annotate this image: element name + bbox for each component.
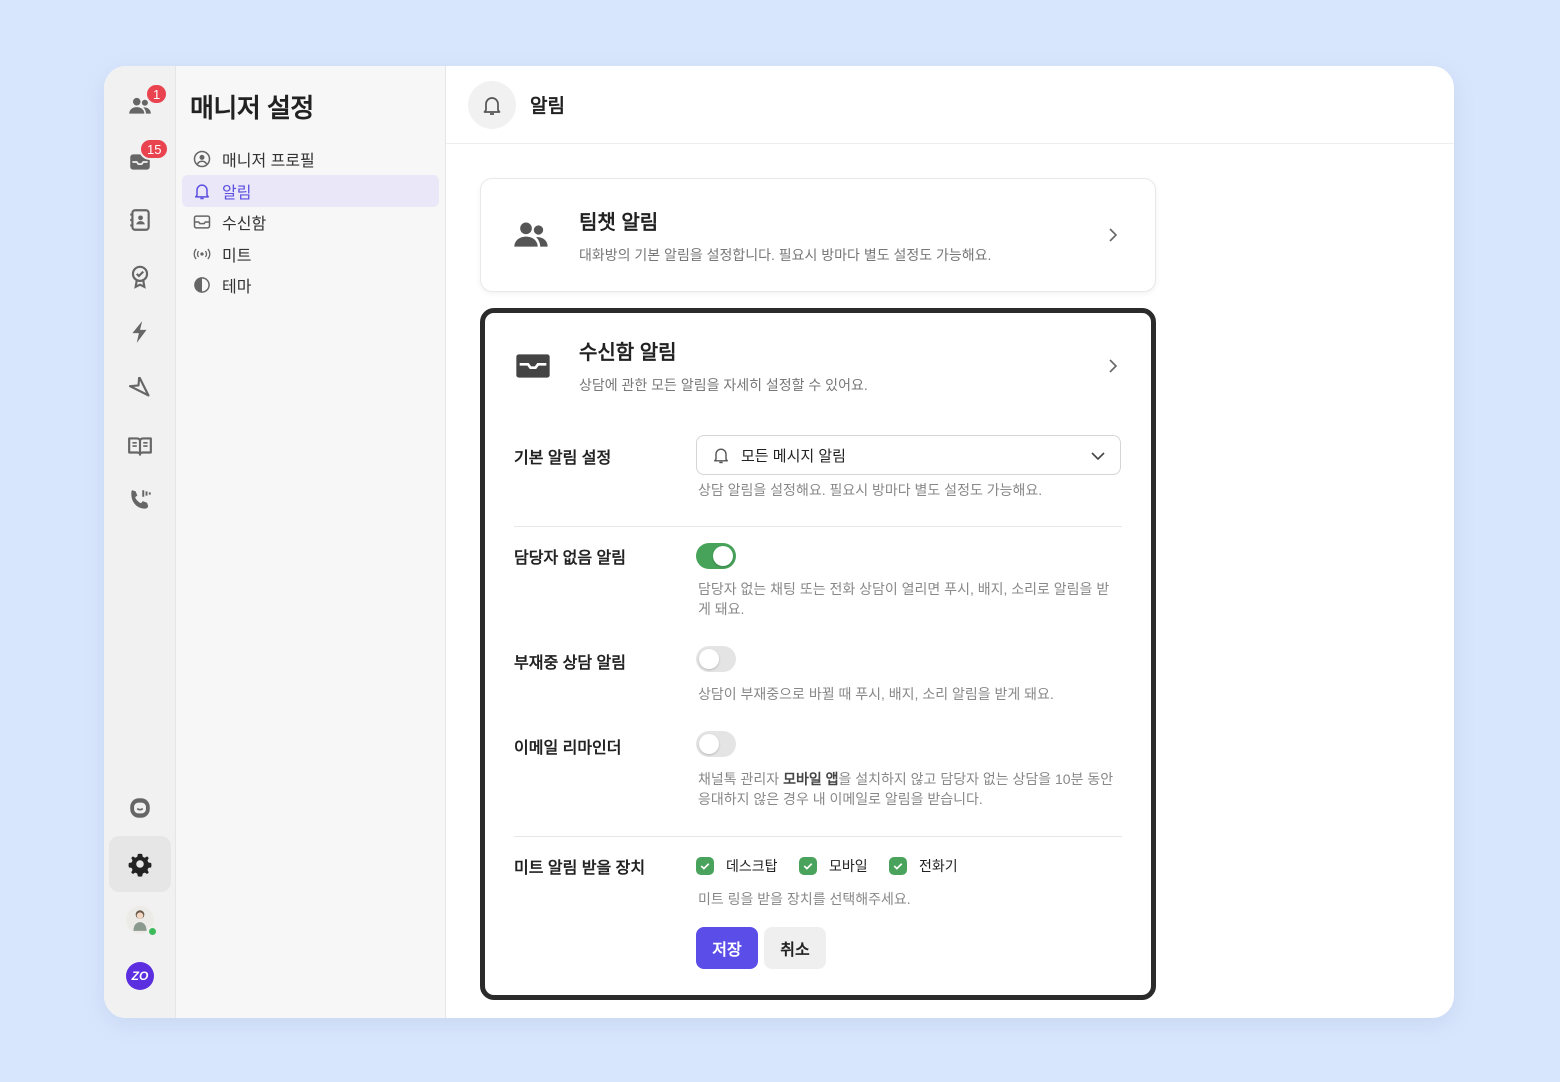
device-checkbox-desktop[interactable]: 데스크탑: [696, 856, 778, 876]
users-icon: [514, 222, 548, 247]
gear-icon: [128, 853, 152, 877]
email-reminder-label: 이메일 리마인더: [514, 740, 622, 757]
contacts-icon: [130, 209, 150, 231]
away-notification-toggle[interactable]: [696, 646, 736, 672]
rail-contacts-button[interactable]: [109, 192, 171, 248]
rail-automation-button[interactable]: [109, 304, 171, 360]
checkbox-checked-icon: [889, 857, 907, 875]
header-bell-icon: [468, 80, 516, 129]
divider: [514, 836, 1122, 837]
sidebar-item-label: 알림: [222, 185, 252, 202]
sidebar-item-notifications[interactable]: 알림: [182, 175, 439, 207]
rail-inbox-button[interactable]: 15: [109, 134, 171, 190]
team-chat-desc: 대화방의 기본 알림을 설정합니다. 필요시 방마다 별도 설정도 가능해요.: [579, 247, 992, 263]
toggle-knob: [713, 546, 733, 566]
rail-badge-button[interactable]: [109, 248, 171, 304]
device-checkbox-phone[interactable]: 전화기: [889, 856, 958, 876]
sidebar-item-meet[interactable]: 미트: [182, 238, 439, 270]
checkbox-label: 데스크탑: [726, 858, 778, 874]
device-checkbox-mobile[interactable]: 모바일: [799, 856, 868, 876]
default-notification-select[interactable]: 모든 메시지 알림: [696, 435, 1121, 475]
lightning-icon: [132, 321, 147, 343]
online-status-dot: [147, 926, 158, 937]
away-notification-help: 상담이 부재중으로 바뀔 때 푸시, 배지, 소리 알림을 받게 돼요.: [698, 686, 1054, 702]
broadcast-icon: [193, 248, 211, 260]
inbox-card-title: 수신함 알림: [579, 342, 677, 364]
sidebar-item-theme[interactable]: 테마: [182, 269, 439, 301]
rail-docs-button[interactable]: [109, 418, 171, 474]
checkbox-checked-icon: [799, 857, 817, 875]
sidebar-item-label: 수신함: [222, 216, 267, 233]
page-title: 알림: [530, 96, 565, 117]
toggle-knob: [699, 734, 719, 754]
cancel-button[interactable]: 취소: [764, 927, 826, 969]
rail-channel-button[interactable]: [109, 780, 171, 836]
inbox-card-desc: 상담에 관한 모든 알림을 자세히 설정할 수 있어요.: [579, 377, 868, 393]
bell-icon: [714, 448, 728, 464]
bell-icon: [195, 184, 209, 200]
checkbox-label: 모바일: [829, 858, 868, 874]
workspace-logo-icon: ZO: [126, 962, 154, 990]
checkbox-checked-icon: [696, 857, 714, 875]
sidebar-item-inbox[interactable]: 수신함: [182, 206, 439, 238]
meet-devices-label: 미트 알림 받을 장치: [514, 860, 646, 877]
theme-icon: [194, 277, 210, 293]
inbox-notification-card: 수신함 알림 상담에 관한 모든 알림을 자세히 설정할 수 있어요. 기본 알…: [480, 308, 1156, 1000]
send-icon: [128, 377, 150, 397]
email-reminder-toggle[interactable]: [696, 731, 736, 757]
inbox-badge: 15: [139, 138, 170, 160]
main-panel: 알림 팀챗 알림 대화방의 기본 알림을 설정합니다. 필요시 방마다 별도 설…: [446, 66, 1454, 1018]
rail-phone-button[interactable]: [109, 472, 171, 528]
book-icon: [128, 437, 152, 456]
select-value: 모든 메시지 알림: [741, 447, 846, 465]
inbox-icon: [516, 354, 550, 378]
sidebar-item-label: 테마: [222, 279, 252, 296]
rail-users-button[interactable]: 1: [109, 78, 171, 134]
save-button[interactable]: 저장: [696, 927, 758, 969]
default-notification-help: 상담 알림을 설정해요. 필요시 방마다 별도 설정도 가능해요.: [698, 482, 1043, 498]
default-notification-label: 기본 알림 설정: [514, 450, 612, 467]
rail-workspace-button[interactable]: ZO: [109, 948, 171, 1004]
rail-campaign-button[interactable]: [109, 362, 171, 418]
chevron-right-icon[interactable]: [1105, 358, 1121, 374]
unassigned-notification-toggle[interactable]: [696, 543, 736, 569]
inbox-icon: [193, 215, 211, 229]
users-badge: 1: [145, 83, 169, 105]
settings-sidebar: 매니저 설정 매니저 프로필 알림 수신함 미트 테마: [176, 66, 446, 1018]
meet-devices-help: 미트 링을 받을 장치를 선택해주세요.: [698, 891, 911, 907]
icon-rail: 1 15 ZO: [104, 66, 176, 1018]
chevron-right-icon: [1109, 228, 1118, 242]
app-window: 1 15 ZO 매니저 설정 매니저 프로필 알림 수신함 미트 테마 알림 팀…: [104, 66, 1454, 1018]
away-notification-label: 부재중 상담 알림: [514, 655, 626, 672]
team-chat-title: 팀챗 알림: [579, 212, 659, 234]
settings-title: 매니저 설정: [190, 93, 314, 123]
unassigned-notification-help: 담당자 없는 채팅 또는 전화 상담이 열리면 푸시, 배지, 소리로 알림을 …: [698, 581, 1110, 617]
profile-icon: [193, 150, 211, 168]
chevron-down-icon: [1091, 452, 1105, 461]
rail-profile-button[interactable]: [109, 892, 171, 948]
email-reminder-help: 채널톡 관리자 모바일 앱을 설치하지 않고 담당자 없는 상담을 10분 동안…: [698, 771, 1114, 807]
divider: [514, 526, 1122, 527]
sidebar-item-profile[interactable]: 매니저 프로필: [182, 143, 439, 175]
channel-talk-icon: [130, 798, 150, 818]
sidebar-item-label: 매니저 프로필: [222, 153, 315, 170]
phone-icon: [131, 490, 151, 509]
unassigned-notification-label: 담당자 없음 알림: [514, 550, 626, 567]
rail-settings-button[interactable]: [109, 836, 171, 892]
toggle-knob: [699, 649, 719, 669]
award-check-icon: [131, 265, 149, 289]
team-chat-notification-card[interactable]: 팀챗 알림 대화방의 기본 알림을 설정합니다. 필요시 방마다 별도 설정도 …: [480, 178, 1156, 292]
avatar: [126, 906, 158, 937]
page-header: 알림: [446, 66, 1454, 144]
sidebar-item-label: 미트: [222, 248, 252, 265]
checkbox-label: 전화기: [919, 858, 958, 874]
